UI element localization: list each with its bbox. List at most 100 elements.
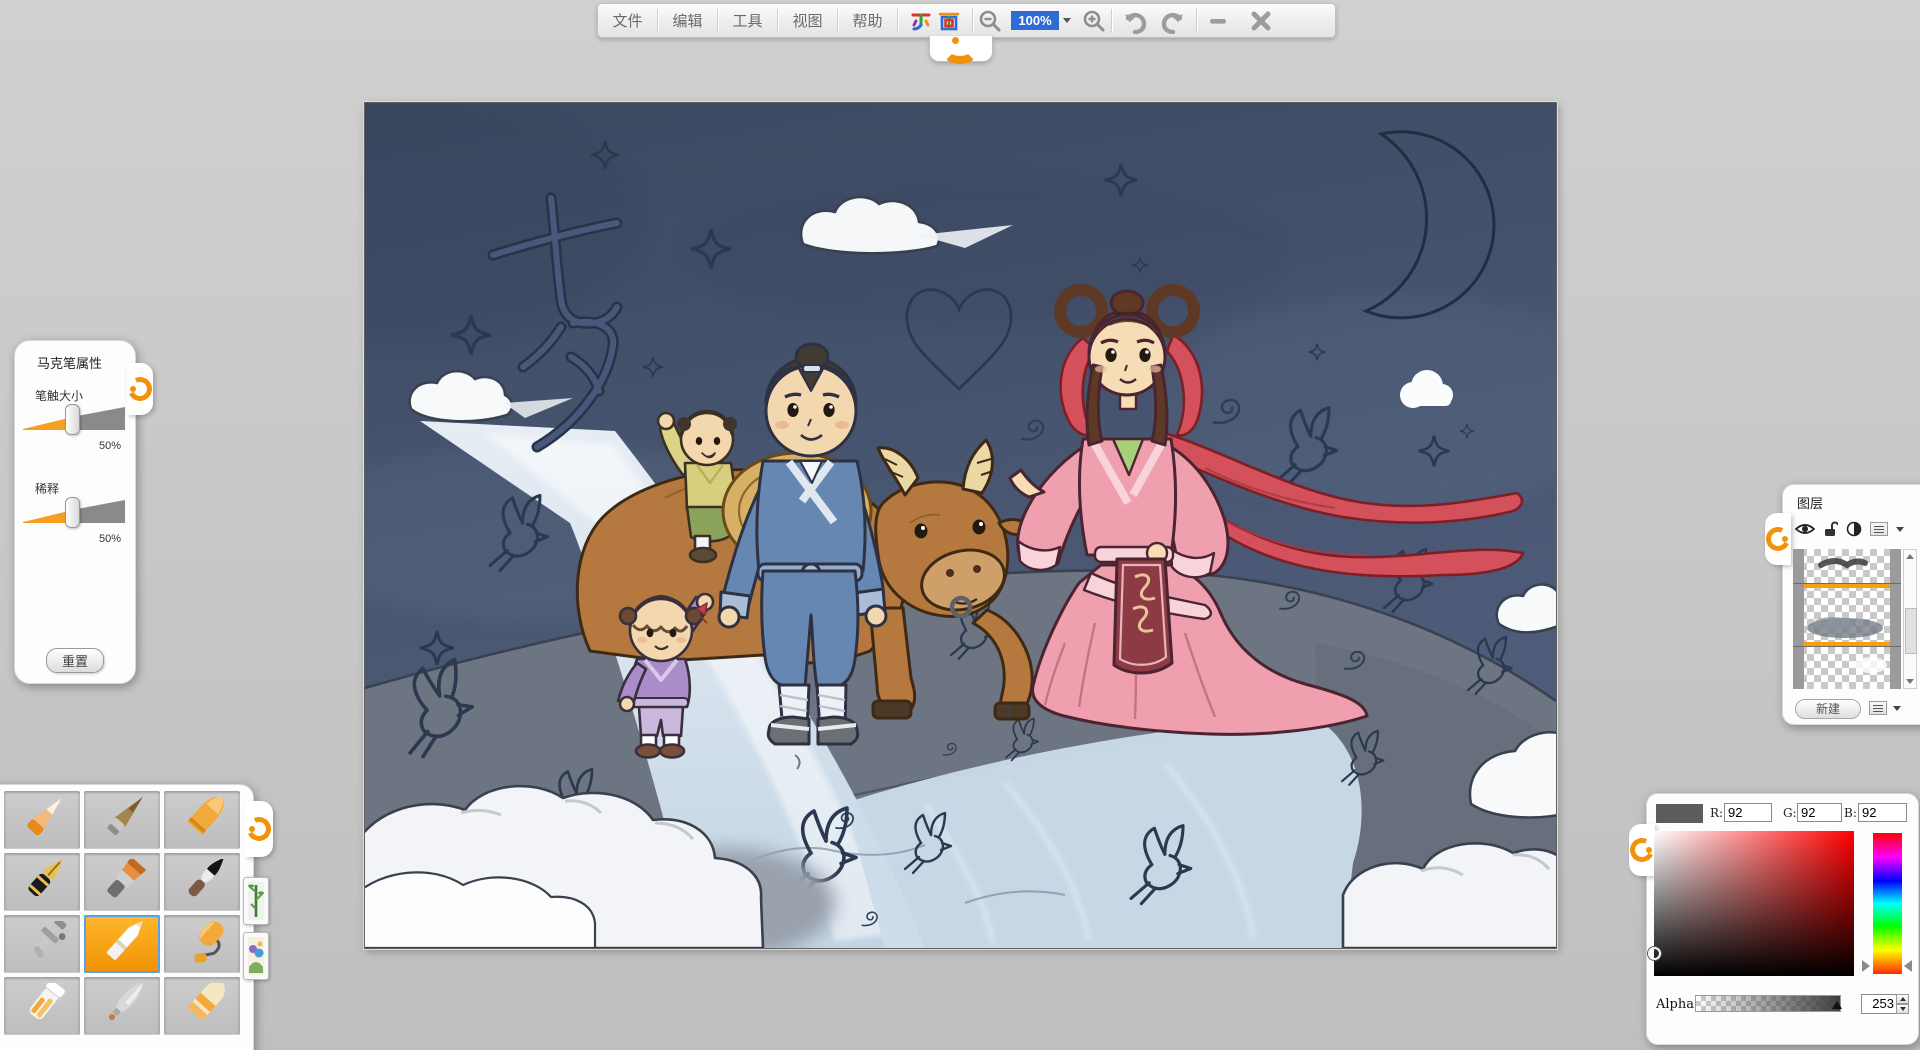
- alpha-spin-up-button[interactable]: [1896, 994, 1909, 1004]
- logo-glyph-le-icon: [911, 13, 931, 30]
- layer-options-caret-icon[interactable]: [1896, 526, 1904, 532]
- tool-airbrush[interactable]: [4, 915, 80, 973]
- color-panel-handle[interactable]: [1626, 824, 1658, 876]
- dilution-slider[interactable]: [21, 496, 129, 530]
- alpha-marker-icon[interactable]: [1832, 1001, 1842, 1009]
- logo-glyph-hua-icon: [938, 12, 960, 30]
- layers-panel-handle[interactable]: [1762, 513, 1794, 565]
- tool-crayon[interactable]: [164, 791, 240, 849]
- tool-palette-panel: [0, 784, 275, 1050]
- app-logo: [898, 4, 972, 37]
- panel-grip-icon: [1626, 834, 1658, 866]
- green-value-input[interactable]: [1797, 803, 1842, 822]
- panel-grip-dot-icon: [1782, 536, 1788, 542]
- scrollbar-thumb[interactable]: [1905, 608, 1917, 654]
- menu-help[interactable]: 帮助: [838, 10, 897, 31]
- tool-silver-pen[interactable]: [84, 977, 160, 1035]
- layer-item-sketch[interactable]: [1793, 549, 1901, 584]
- scroll-up-icon[interactable]: [1906, 554, 1914, 559]
- alpha-value-field[interactable]: 253: [1861, 994, 1898, 1014]
- alpha-label: Alpha: [1656, 997, 1694, 1012]
- panel-grip-dot-icon: [249, 826, 255, 832]
- top-toolbar: 文件 编辑 工具 视图 帮助 100%: [597, 3, 1336, 38]
- redo-button[interactable]: [1154, 4, 1196, 37]
- dilution-value: 50%: [98, 533, 121, 545]
- brush-size-slider[interactable]: [21, 403, 129, 437]
- tool-roller[interactable]: [164, 915, 240, 973]
- menu-edit[interactable]: 编辑: [658, 10, 717, 31]
- marker-panel-title: 马克笔属性: [37, 356, 103, 371]
- layers-panel: 图层 新建: [1762, 484, 1920, 725]
- menu-view[interactable]: 视图: [778, 10, 837, 31]
- brush-size-label: 笔触大小: [35, 389, 84, 403]
- color-picker-panel: R: G: B: Alpha 253: [1626, 793, 1919, 1045]
- brushpack-bamboo-button[interactable]: [243, 877, 269, 925]
- brush-size-slider-handle[interactable]: [65, 404, 80, 435]
- dilution-slider-handle[interactable]: [65, 497, 80, 528]
- panel-grip-dot-icon: [130, 386, 136, 392]
- minimize-button[interactable]: [1197, 4, 1239, 37]
- menu-file[interactable]: 文件: [598, 10, 657, 31]
- undo-button[interactable]: [1112, 4, 1154, 37]
- tool-paint-jar[interactable]: [4, 977, 80, 1035]
- layer-visibility-eye-icon[interactable]: [1795, 522, 1815, 536]
- picture-pack-icon: [248, 937, 264, 975]
- tool-eraser[interactable]: [164, 977, 240, 1035]
- alpha-spin-down-button[interactable]: [1896, 1004, 1909, 1014]
- hue-marker-left-icon[interactable]: [1862, 960, 1870, 972]
- drawing-canvas[interactable]: [205, 102, 1635, 958]
- layer-item-bottom[interactable]: [1793, 647, 1901, 689]
- layer-list-scrollbar[interactable]: [1903, 549, 1917, 689]
- tool-wood-pen[interactable]: [84, 791, 160, 849]
- layers-panel-title: 图层: [1797, 496, 1824, 511]
- alpha-spinner: [1896, 994, 1909, 1014]
- tool-ink-brush[interactable]: [164, 853, 240, 911]
- hue-slider[interactable]: [1873, 833, 1902, 974]
- layer-list: [1793, 549, 1901, 689]
- tool-pencil[interactable]: [4, 791, 80, 849]
- mascot-smile-icon: [942, 38, 978, 64]
- layer-thumbnail: [1807, 617, 1883, 638]
- saturation-value-picker[interactable]: [1648, 831, 1854, 976]
- qixi-artwork: [205, 103, 1635, 958]
- zoom-level-field[interactable]: 100%: [1011, 11, 1059, 30]
- hue-marker-right-icon[interactable]: [1904, 960, 1912, 972]
- reset-button[interactable]: 重置: [45, 648, 105, 673]
- red-label: R:: [1710, 806, 1724, 820]
- tool-grid: [4, 791, 240, 1035]
- layer-thumbnail: [1855, 657, 1887, 673]
- close-button[interactable]: [1239, 4, 1283, 37]
- layer-unlock-icon[interactable]: [1823, 521, 1838, 537]
- layer-new-caret-icon[interactable]: [1893, 706, 1901, 711]
- red-value-input[interactable]: [1724, 803, 1772, 822]
- layer-thumbnail: [1818, 558, 1868, 569]
- bamboo-icon: [248, 882, 264, 920]
- tool-flat-brush[interactable]: [84, 853, 160, 911]
- layer-opacity-contrast-icon[interactable]: [1846, 521, 1862, 537]
- zoom-out-button[interactable]: [973, 4, 1007, 37]
- picture-pack-button[interactable]: [243, 932, 269, 980]
- current-color-swatch: [1656, 804, 1703, 823]
- marker-panel-handle[interactable]: [124, 363, 156, 415]
- toolbar-mascot-tab[interactable]: [929, 36, 993, 64]
- dilution-label: 稀释: [35, 482, 60, 496]
- scroll-down-icon[interactable]: [1906, 679, 1914, 684]
- layer-options-menu-button[interactable]: [1870, 522, 1888, 536]
- green-label: G:: [1783, 806, 1797, 820]
- zoom-in-button[interactable]: [1077, 4, 1111, 37]
- new-layer-button[interactable]: 新建: [1795, 699, 1861, 719]
- layer-new-options-button[interactable]: [1869, 701, 1887, 715]
- zoom-dropdown-caret-icon[interactable]: [1063, 18, 1071, 23]
- menu-tools[interactable]: 工具: [718, 10, 777, 31]
- tool-fountain-pen[interactable]: [4, 853, 80, 911]
- panel-grip-dot-icon: [1646, 847, 1652, 853]
- blue-value-input[interactable]: [1858, 803, 1907, 822]
- tool-palette-handle[interactable]: [243, 801, 275, 857]
- alpha-slider[interactable]: [1695, 995, 1842, 1012]
- sv-picker-handle[interactable]: [1648, 947, 1661, 960]
- tool-marker-selected[interactable]: [84, 915, 160, 973]
- marker-properties-panel: 马克笔属性 笔触大小 50% 稀释 50% 重置: [14, 340, 156, 684]
- app-window: 文件 编辑 工具 视图 帮助 100% 马克笔属性 笔触大小 50% 稀释 50…: [0, 0, 1920, 1050]
- panel-grip-icon: [1762, 523, 1794, 555]
- layer-item-selected[interactable]: [1793, 584, 1901, 647]
